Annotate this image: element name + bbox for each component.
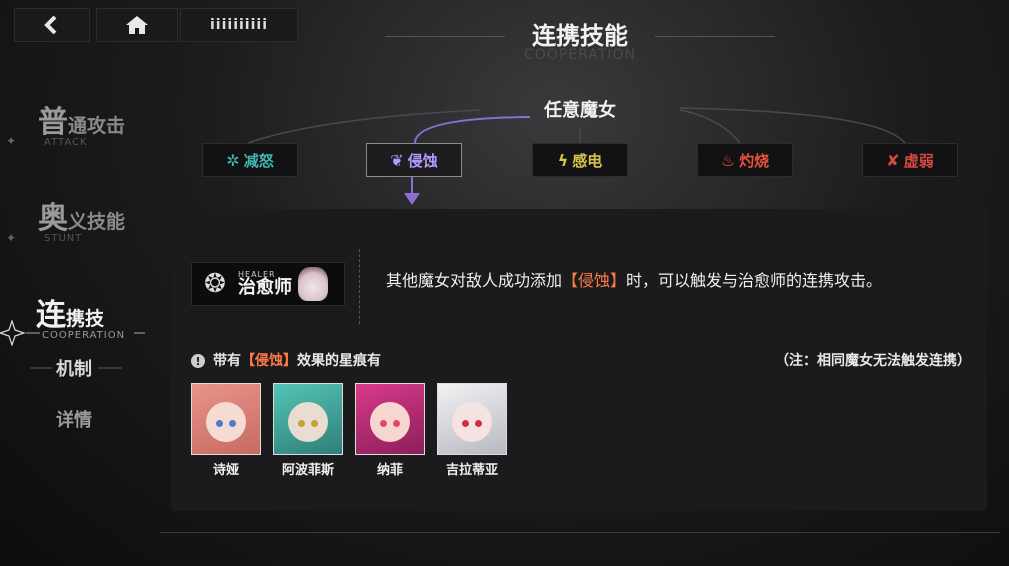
tab-label: 侵蚀	[407, 151, 438, 170]
badge-role-cn: 治愈师	[238, 277, 292, 298]
tab-shock[interactable]: ϟ 感电	[532, 143, 628, 177]
healer-emblem-icon: ❂	[204, 269, 226, 299]
bottom-divider	[160, 532, 1000, 533]
note-right: （注：相同魔女无法触发连携）	[775, 353, 971, 369]
character-card-galatea[interactable]: 吉拉蒂亚	[437, 383, 507, 478]
erosion-icon: ❦	[390, 150, 404, 170]
desc-text: 时，可以触发与治愈师的连携攻击。	[626, 271, 883, 290]
desc-highlight: 【侵蚀】	[562, 271, 627, 290]
rage-reduce-icon: ✲	[226, 150, 240, 170]
fire-icon: ♨	[720, 150, 736, 170]
healer-badge: ❂ HEALER 治愈师	[191, 262, 345, 306]
detail-panel: ❂ HEALER 治愈师 其他魔女对敌人成功添加【侵蚀】时，可以触发与治愈师的连…	[171, 209, 987, 511]
sidebar-item-label: 义技能	[68, 211, 126, 233]
character-portrait	[191, 383, 261, 455]
tab-rage-reduce[interactable]: ✲ 减怒	[202, 143, 298, 177]
note-row: ! 带有【侵蚀】效果的星痕有 （注：相同魔女无法触发连携）	[191, 350, 971, 370]
character-portrait	[273, 383, 343, 455]
tab-weaken[interactable]: ✘ 虚弱	[862, 143, 958, 177]
sub-item-deco-icon	[30, 367, 122, 369]
skill-description: 其他魔女对敌人成功添加【侵蚀】时，可以触发与治愈师的连携攻击。	[386, 267, 882, 291]
healer-mascot-icon	[298, 267, 328, 301]
character-portrait	[437, 383, 507, 455]
character-name: 诗娅	[212, 463, 239, 478]
note-highlight: 【侵蚀】	[241, 353, 297, 369]
character-portrait	[355, 383, 425, 455]
tab-burn[interactable]: ♨ 灼烧	[697, 143, 793, 177]
character-card-apophis[interactable]: 阿波菲斯	[273, 383, 343, 478]
tab-pointer-icon	[404, 193, 420, 205]
note-text: 带有	[213, 353, 241, 369]
note-text: 效果的星痕有	[297, 353, 381, 369]
tab-label: 灼烧	[739, 151, 770, 170]
character-card-nafi[interactable]: 纳菲	[355, 383, 425, 478]
category-label: 任意魔女	[544, 100, 616, 121]
divider	[359, 249, 360, 324]
sparkle-icon: ✦	[6, 231, 17, 245]
weaken-icon: ✘	[886, 150, 900, 170]
sidebar-sub-details[interactable]: 详情	[56, 406, 92, 432]
character-name: 吉拉蒂亚	[445, 463, 498, 478]
character-card-shiya[interactable]: 诗娅	[191, 383, 261, 478]
tab-label: 感电	[572, 151, 603, 170]
character-name: 阿波菲斯	[281, 463, 334, 478]
tab-erosion[interactable]: ❦ 侵蚀	[366, 143, 462, 177]
tab-label: 虚弱	[903, 151, 934, 170]
desc-text: 其他魔女对敌人成功添加	[386, 271, 563, 290]
character-name: 纳菲	[376, 463, 403, 478]
character-list: 诗娅 阿波菲斯 纳菲 吉拉蒂亚	[191, 383, 507, 478]
active-indicator-icon	[0, 320, 145, 346]
tab-label: 减怒	[243, 151, 274, 170]
warning-icon: !	[191, 354, 205, 368]
lightning-icon: ϟ	[557, 150, 569, 170]
stigma-note: ! 带有【侵蚀】效果的星痕有	[191, 350, 381, 370]
